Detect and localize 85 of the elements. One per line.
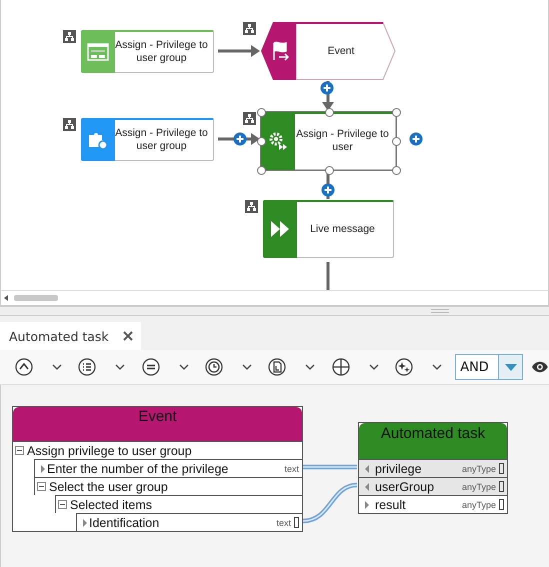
field-name: Select the user group [49,480,168,494]
window-icon [87,40,109,62]
tab-label: Automated task [9,328,109,344]
card-title: Automated task [380,425,486,444]
collapse-icon[interactable] [58,500,67,509]
process-node[interactable]: Assign - Privilege to user [261,112,396,170]
collapse-icon[interactable] [37,482,46,491]
combo-value: AND [459,358,490,376]
parameter-name: privilege [375,462,422,476]
node-label: Event [326,44,356,58]
operator-combo[interactable]: AND [455,354,524,380]
chevron-down-icon[interactable] [305,364,316,370]
node-label: Assign - Privilege to user group [114,126,209,154]
resize-handle[interactable] [392,166,401,175]
equals-icon[interactable] [142,358,160,376]
input-arrow-icon [365,464,369,472]
parameter-type: anyType [462,500,497,510]
tree-row[interactable]: Identification text [76,513,302,531]
node-label: Assign - Privilege to user group [114,38,209,66]
splitter-handle[interactable] [430,309,448,313]
parameter-type: anyType [462,464,497,474]
tree-row[interactable]: Selected items [55,495,302,513]
hierarchy-icon[interactable] [63,118,76,131]
tree-row[interactable]: Enter the number of the privilege text [34,459,302,477]
mapping-connector [303,464,357,470]
chevron-down-icon[interactable] [432,364,442,370]
resize-handle[interactable] [392,108,401,117]
hierarchy-icon[interactable] [63,30,76,43]
list-icon[interactable] [78,358,96,376]
fast-forward-icon [269,218,291,240]
gear-icon [267,130,289,152]
scrollbar-thumb[interactable] [14,295,58,301]
flow-arrow [322,81,334,111]
parameter-row[interactable]: result anyType [359,495,507,513]
hierarchy-icon[interactable] [245,200,258,213]
tree-row[interactable]: Select the user group [34,477,302,495]
scroll-left-icon[interactable] [4,295,8,301]
chevron-down-icon[interactable] [368,364,379,370]
chevron-down-icon[interactable] [52,364,62,370]
field-name: Assign privilege to user group [27,444,192,458]
caret-up-icon[interactable] [15,358,33,376]
clock-icon[interactable] [204,358,223,376]
collapse-icon[interactable] [15,446,24,455]
node-label: Assign - Privilege to user [295,127,390,155]
editor-tab[interactable]: Automated task [0,322,141,350]
parameter-row[interactable]: userGroup anyType [359,477,507,495]
process-node[interactable]: Live message [263,200,394,258]
process-node[interactable]: Assign - Privilege to user group [81,30,214,73]
field-type: text [276,518,292,528]
resize-handle[interactable] [257,108,266,117]
process-node[interactable]: Assign - Privilege to user group [81,118,214,161]
chevron-down-icon[interactable] [242,364,252,370]
field-name: Selected items [70,498,152,512]
sparkle-icon[interactable] [394,358,413,376]
hierarchy-icon[interactable] [243,22,256,35]
add-icon[interactable] [234,132,246,146]
field-type: text [284,464,300,474]
chevron-down-icon[interactable] [115,364,126,370]
dropdown-icon[interactable] [504,364,517,370]
field-name: Identification [89,516,160,530]
add-icon[interactable] [410,132,422,146]
parameter-row[interactable]: privilege anyType [359,459,507,477]
parameter-type: anyType [462,482,497,492]
close-icon[interactable] [122,331,133,341]
resize-handle[interactable] [257,166,266,175]
resize-handle[interactable] [392,137,401,146]
parameter-name: result [375,498,406,512]
card-title: Event [138,408,177,427]
output-arrow-icon [365,500,369,508]
eye-icon[interactable] [531,361,549,373]
chevron-down-icon[interactable] [178,364,189,370]
flow-line [326,262,330,290]
tree-row[interactable]: Assign privilege to user group [13,441,302,459]
resize-handle[interactable] [257,137,266,146]
field-name: Enter the number of the privilege [47,462,228,476]
flow-arrow [218,45,260,57]
mapping-connector [302,482,358,524]
document-icon[interactable] [268,358,286,376]
input-arrow-icon [365,482,369,490]
plus-icon[interactable] [332,358,350,376]
hierarchy-icon[interactable] [243,112,256,125]
parameter-name: userGroup [375,480,434,494]
add-icon[interactable] [322,184,334,196]
node-label: Live message [309,222,376,236]
add-icon[interactable] [320,82,334,94]
